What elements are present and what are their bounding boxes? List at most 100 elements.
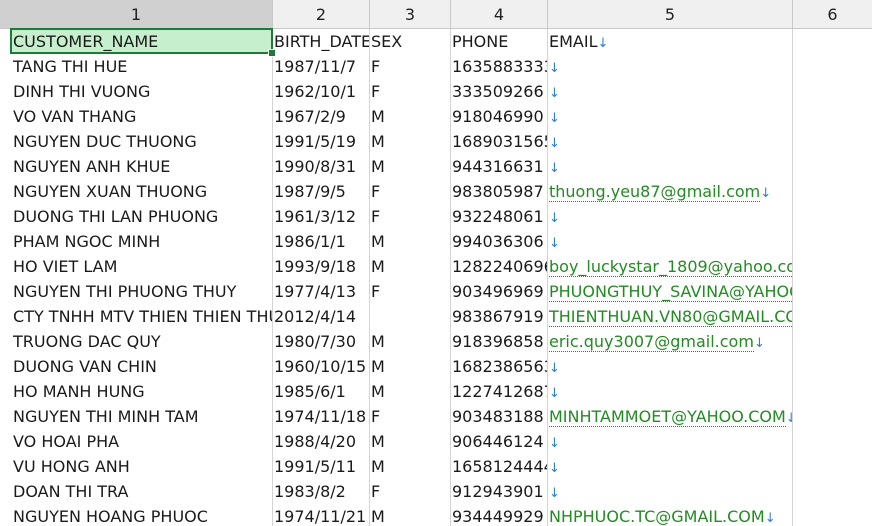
- cell-birth[interactable]: 1990/8/31: [272, 154, 369, 179]
- cell-email[interactable]: PHUONGTHUY_SAVINA@YAHOO.COM↓: [547, 279, 792, 304]
- cell-phone[interactable]: 906446124: [450, 429, 547, 454]
- cell-email-header[interactable]: EMAIL↓: [547, 29, 792, 54]
- cell-sex-header[interactable]: SEX: [369, 29, 450, 54]
- cell-name[interactable]: NGUYEN DUC THUONG: [11, 129, 272, 154]
- cell-phone[interactable]: 983867919: [450, 304, 547, 329]
- cell-birth[interactable]: 1993/9/18: [272, 254, 369, 279]
- cell-sex[interactable]: M: [369, 354, 450, 379]
- cell-birth[interactable]: 1985/6/1: [272, 379, 369, 404]
- cell-birth[interactable]: 1974/11/18: [272, 404, 369, 429]
- cell-email[interactable]: ↓: [547, 354, 792, 379]
- cell-name[interactable]: DINH THI VUONG: [11, 79, 272, 104]
- cell-birth[interactable]: 1962/10/1: [272, 79, 369, 104]
- cell-sex[interactable]: M: [369, 504, 450, 526]
- cell-phone[interactable]: 1689031565: [450, 129, 547, 154]
- cell-name[interactable]: NGUYEN XUAN THUONG: [11, 179, 272, 204]
- column-header-3[interactable]: 3: [370, 0, 451, 28]
- cell-name[interactable]: VO HOAI PHA: [11, 429, 272, 454]
- cell-name[interactable]: NGUYEN ANH KHUE: [11, 154, 272, 179]
- cell-name[interactable]: TANG THI HUE: [11, 54, 272, 79]
- column-header-2[interactable]: 2: [273, 0, 370, 28]
- cell-birth[interactable]: 1967/2/9: [272, 104, 369, 129]
- cell-birth[interactable]: 1980/7/30: [272, 329, 369, 354]
- cell-sex[interactable]: M: [369, 229, 450, 254]
- cell-phone[interactable]: 932248061: [450, 204, 547, 229]
- cell-name[interactable]: HO MANH HUNG: [11, 379, 272, 404]
- cell-sex[interactable]: M: [369, 154, 450, 179]
- cell-name[interactable]: NGUYEN THI MINH TAM: [11, 404, 272, 429]
- cell-sex[interactable]: F: [369, 54, 450, 79]
- cell-sex[interactable]: [369, 304, 450, 329]
- cell-sex[interactable]: M: [369, 129, 450, 154]
- cell-sex[interactable]: M: [369, 104, 450, 129]
- cell-email[interactable]: ↓: [547, 79, 792, 104]
- cell-sex[interactable]: M: [369, 454, 450, 479]
- cell-birth[interactable]: 1974/11/21: [272, 504, 369, 526]
- cell-sex[interactable]: F: [369, 79, 450, 104]
- cell-birth[interactable]: 1988/4/20: [272, 429, 369, 454]
- cell-phone[interactable]: 1227412687: [450, 379, 547, 404]
- cell-name[interactable]: CTY TNHH MTV THIEN THIEN THUAN: [11, 304, 272, 329]
- cell-sex[interactable]: M: [369, 329, 450, 354]
- cell-name[interactable]: VU HONG ANH: [11, 454, 272, 479]
- cell-name[interactable]: DOAN THI TRA: [11, 479, 272, 504]
- cell-phone[interactable]: 918046990: [450, 104, 547, 129]
- cell-phone[interactable]: 983805987: [450, 179, 547, 204]
- cell-phone[interactable]: 1682386563: [450, 354, 547, 379]
- cell-birth[interactable]: 1961/3/12: [272, 204, 369, 229]
- cell-phone[interactable]: 994036306: [450, 229, 547, 254]
- cell-email[interactable]: eric.quy3007@gmail.com↓: [547, 329, 792, 354]
- cell-phone[interactable]: 1658124444: [450, 454, 547, 479]
- cell-customer-name-header[interactable]: CUSTOMER_NAME: [11, 29, 272, 54]
- cell-email[interactable]: ↓: [547, 204, 792, 229]
- cell-birth[interactable]: 1986/1/1: [272, 229, 369, 254]
- cell-name[interactable]: VO VAN THANG: [11, 104, 272, 129]
- cell-sex[interactable]: F: [369, 204, 450, 229]
- cell-name[interactable]: PHAM NGOC MINH: [11, 229, 272, 254]
- cell-email[interactable]: thuong.yeu87@gmail.com↓: [547, 179, 792, 204]
- cell-email[interactable]: ↓: [547, 129, 792, 154]
- cell-email[interactable]: ↓: [547, 429, 792, 454]
- cell-birth[interactable]: 1987/11/7: [272, 54, 369, 79]
- cell-sex[interactable]: F: [369, 479, 450, 504]
- cell-phone[interactable]: 1282240696: [450, 254, 547, 279]
- column-header-5[interactable]: 5: [548, 0, 793, 28]
- cell-phone[interactable]: 333509266: [450, 79, 547, 104]
- cell-sex[interactable]: M: [369, 429, 450, 454]
- cell-email[interactable]: boy_luckystar_1809@yahoo.com↓: [547, 254, 792, 279]
- cell-birth[interactable]: 1991/5/19: [272, 129, 369, 154]
- cell-email[interactable]: ↓: [547, 104, 792, 129]
- cell-name[interactable]: TRUONG DAC QUY: [11, 329, 272, 354]
- column-header-4[interactable]: 4: [451, 0, 548, 28]
- cell-birth[interactable]: 1991/5/11: [272, 454, 369, 479]
- cell-name[interactable]: DUONG THI LAN PHUONG: [11, 204, 272, 229]
- cell-name[interactable]: NGUYEN HOANG PHUOC: [11, 504, 272, 526]
- cell-email[interactable]: ↓: [547, 479, 792, 504]
- cell-birth[interactable]: 1977/4/13: [272, 279, 369, 304]
- cell-phone[interactable]: 903483188: [450, 404, 547, 429]
- cell-phone[interactable]: 934449929: [450, 504, 547, 526]
- cell-birth[interactable]: 1987/9/5: [272, 179, 369, 204]
- cell-phone[interactable]: 1635883333: [450, 54, 547, 79]
- cell-birth[interactable]: 1983/8/2: [272, 479, 369, 504]
- cell-phone[interactable]: 912943901: [450, 479, 547, 504]
- column-header-1[interactable]: 1: [0, 0, 273, 28]
- cell-name[interactable]: DUONG VAN CHIN: [11, 354, 272, 379]
- cell-phone[interactable]: 944316631: [450, 154, 547, 179]
- cell-name[interactable]: HO VIET LAM: [11, 254, 272, 279]
- cell-sex[interactable]: M: [369, 379, 450, 404]
- cell-email[interactable]: MINHTAMMOET@YAHOO.COM↓: [547, 404, 792, 429]
- cell-phone[interactable]: 918396858: [450, 329, 547, 354]
- cell-phone-header[interactable]: PHONE: [450, 29, 547, 54]
- cell-email[interactable]: ↓: [547, 379, 792, 404]
- cell-sex[interactable]: F: [369, 179, 450, 204]
- cell-email[interactable]: THIENTHUAN.VN80@GMAIL.COM↓: [547, 304, 792, 329]
- cell-sex[interactable]: F: [369, 279, 450, 304]
- cell-email[interactable]: ↓: [547, 154, 792, 179]
- cell-birth[interactable]: 2012/4/14: [272, 304, 369, 329]
- cell-email[interactable]: ↓: [547, 229, 792, 254]
- column-header-6[interactable]: 6: [793, 0, 872, 28]
- cell-name[interactable]: NGUYEN THI PHUONG THUY: [11, 279, 272, 304]
- cell-sex[interactable]: M: [369, 254, 450, 279]
- cell-birth-date-header[interactable]: BIRTH_DATE: [272, 29, 369, 54]
